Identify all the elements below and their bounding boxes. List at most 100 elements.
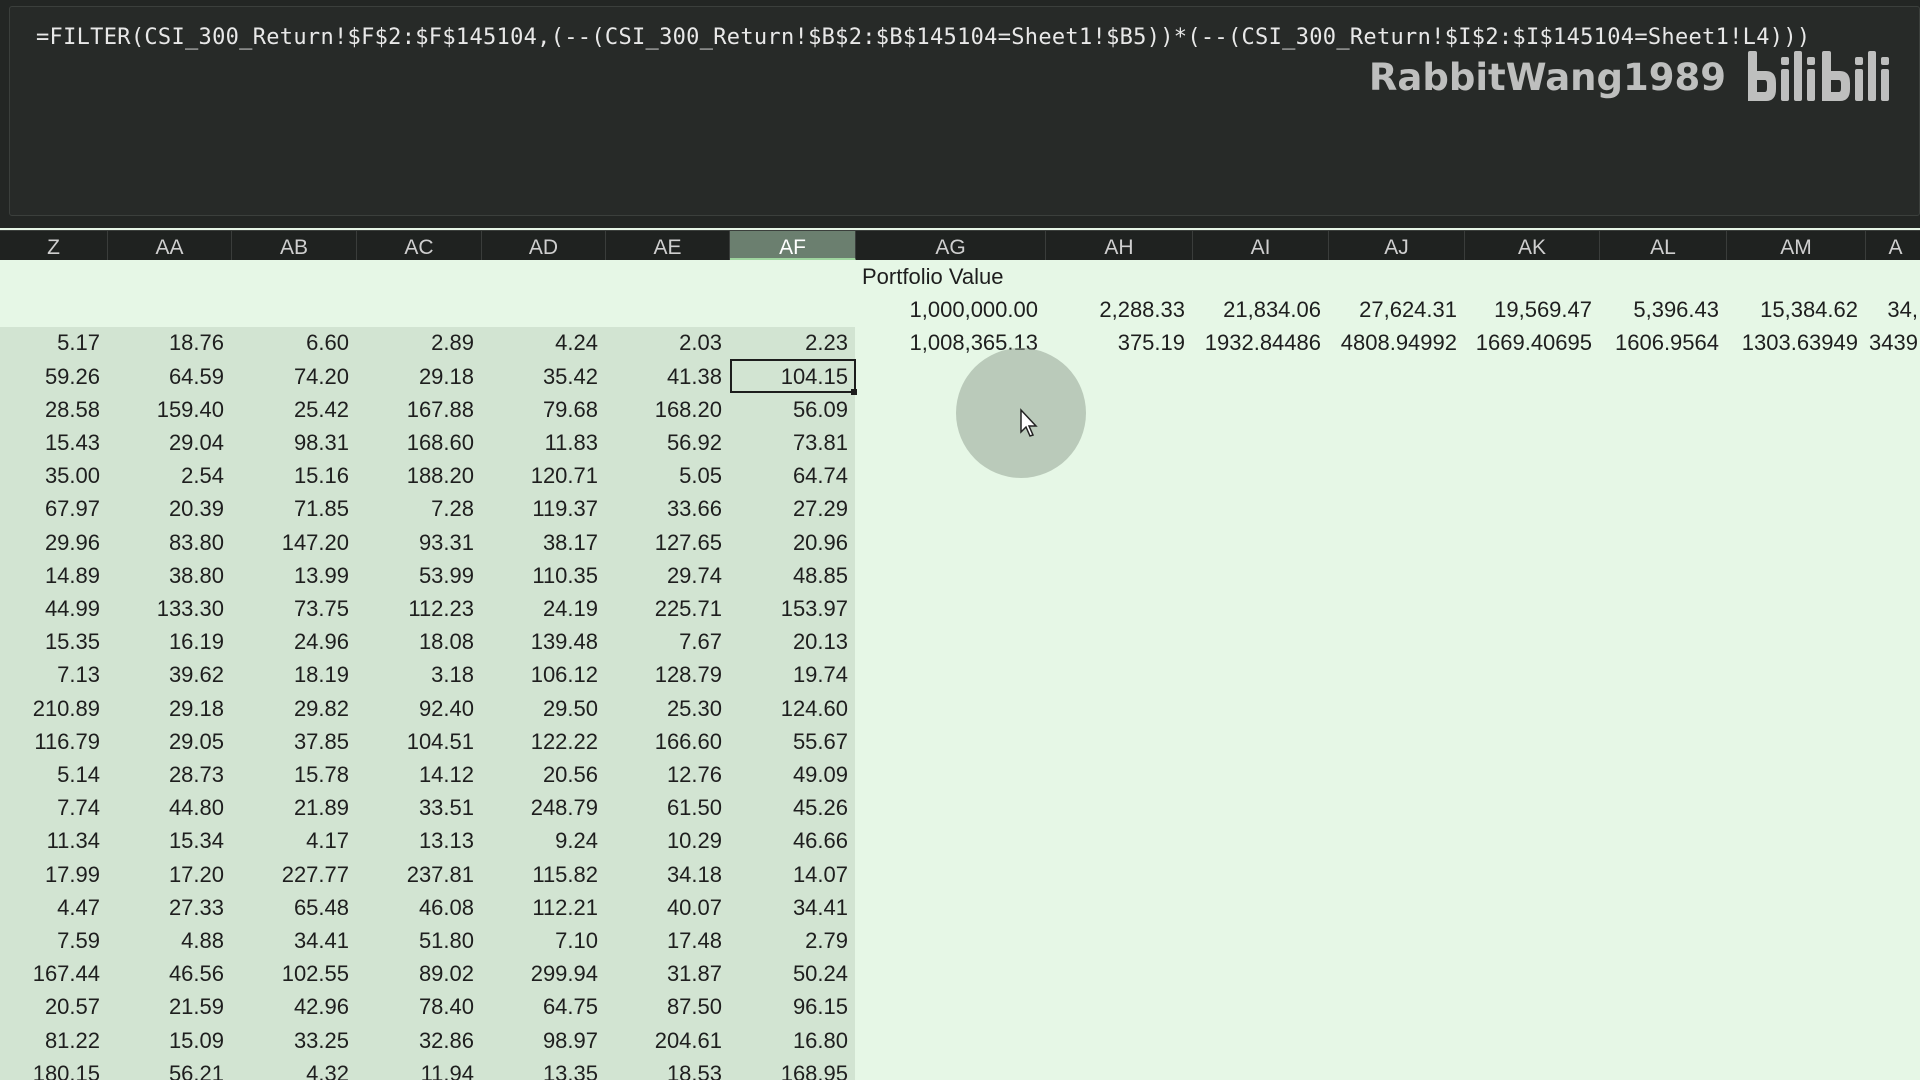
portfolio-cell[interactable]: 3439 [1866, 326, 1920, 359]
data-cell[interactable]: 248.79 [482, 791, 606, 824]
portfolio-cell[interactable]: 2,288.33 [1046, 293, 1193, 326]
data-cell[interactable]: 38.17 [482, 526, 606, 559]
active-cell-border[interactable] [730, 359, 856, 393]
data-cell[interactable]: 167.88 [357, 393, 482, 426]
data-cell[interactable]: 56.92 [606, 426, 730, 459]
data-cell[interactable]: 124.60 [730, 692, 856, 725]
data-cell[interactable]: 28.73 [108, 758, 232, 791]
column-header-am[interactable]: AM [1727, 231, 1866, 261]
data-cell[interactable]: 71.85 [232, 492, 357, 525]
column-header-ad[interactable]: AD [482, 231, 606, 261]
portfolio-cell[interactable]: 5,396.43 [1600, 293, 1727, 326]
data-cell[interactable]: 204.61 [606, 1024, 730, 1057]
data-cell[interactable]: 40.07 [606, 891, 730, 924]
data-cell[interactable]: 17.48 [606, 924, 730, 957]
data-cell[interactable]: 5.17 [0, 326, 108, 359]
data-cell[interactable]: 74.20 [232, 360, 357, 393]
data-cell[interactable]: 32.86 [357, 1024, 482, 1057]
data-cell[interactable]: 119.37 [482, 492, 606, 525]
data-cell[interactable]: 20.13 [730, 625, 856, 658]
data-cell[interactable]: 41.38 [606, 360, 730, 393]
data-cell[interactable]: 64.75 [482, 990, 606, 1023]
data-cell[interactable]: 35.42 [482, 360, 606, 393]
data-cell[interactable]: 127.65 [606, 526, 730, 559]
data-cell[interactable]: 44.80 [108, 791, 232, 824]
data-cell[interactable]: 79.68 [482, 393, 606, 426]
column-header-ag[interactable]: AG [856, 231, 1046, 261]
data-cell[interactable]: 3.18 [357, 658, 482, 691]
data-cell[interactable]: 4.32 [232, 1057, 357, 1080]
data-cell[interactable]: 51.80 [357, 924, 482, 957]
data-cell[interactable]: 18.53 [606, 1057, 730, 1080]
data-cell[interactable]: 55.67 [730, 725, 856, 758]
data-cell[interactable]: 7.10 [482, 924, 606, 957]
data-cell[interactable]: 237.81 [357, 858, 482, 891]
data-cell[interactable]: 56.21 [108, 1057, 232, 1080]
portfolio-cell[interactable]: 15,384.62 [1727, 293, 1866, 326]
data-cell[interactable]: 29.96 [0, 526, 108, 559]
data-cell[interactable]: 35.00 [0, 459, 108, 492]
data-cell[interactable]: 73.75 [232, 592, 357, 625]
data-cell[interactable]: 29.18 [357, 360, 482, 393]
data-cell[interactable]: 7.67 [606, 625, 730, 658]
data-cell[interactable]: 106.12 [482, 658, 606, 691]
data-cell[interactable]: 17.20 [108, 858, 232, 891]
data-cell[interactable]: 20.57 [0, 990, 108, 1023]
portfolio-cell[interactable]: 19,569.47 [1465, 293, 1600, 326]
portfolio-cell[interactable]: 1,000,000.00 [856, 293, 1046, 326]
column-header-ak[interactable]: AK [1465, 231, 1600, 261]
formula-bar[interactable]: =FILTER(CSI_300_Return!$F$2:$F$145104,(-… [9, 6, 1920, 216]
data-cell[interactable]: 53.99 [357, 559, 482, 592]
data-cell[interactable]: 299.94 [482, 957, 606, 990]
portfolio-cell[interactable]: 1606.9564 [1600, 326, 1727, 359]
data-cell[interactable]: 112.23 [357, 592, 482, 625]
data-cell[interactable]: 4.24 [482, 326, 606, 359]
data-cell[interactable]: 133.30 [108, 592, 232, 625]
portfolio-cell[interactable]: 375.19 [1046, 326, 1193, 359]
data-cell[interactable]: 25.42 [232, 393, 357, 426]
data-cell[interactable]: 115.82 [482, 858, 606, 891]
data-cell[interactable]: 29.05 [108, 725, 232, 758]
data-cell[interactable]: 147.20 [232, 526, 357, 559]
data-cell[interactable]: 153.97 [730, 592, 856, 625]
data-cell[interactable]: 46.56 [108, 957, 232, 990]
data-cell[interactable]: 31.87 [606, 957, 730, 990]
data-cell[interactable]: 39.62 [108, 658, 232, 691]
data-cell[interactable]: 18.08 [357, 625, 482, 658]
column-header-al[interactable]: AL [1600, 231, 1727, 261]
data-cell[interactable]: 48.85 [730, 559, 856, 592]
data-cell[interactable]: 42.96 [232, 990, 357, 1023]
data-cell[interactable]: 27.33 [108, 891, 232, 924]
data-cell[interactable]: 21.89 [232, 791, 357, 824]
data-cell[interactable]: 128.79 [606, 658, 730, 691]
data-cell[interactable]: 98.97 [482, 1024, 606, 1057]
data-cell[interactable]: 56.09 [730, 393, 856, 426]
data-cell[interactable]: 4.47 [0, 891, 108, 924]
data-cell[interactable]: 73.81 [730, 426, 856, 459]
data-cell[interactable]: 65.48 [232, 891, 357, 924]
data-cell[interactable]: 168.60 [357, 426, 482, 459]
data-cell[interactable]: 14.12 [357, 758, 482, 791]
data-cell[interactable]: 96.15 [730, 990, 856, 1023]
data-cell[interactable]: 34.41 [232, 924, 357, 957]
data-cell[interactable]: 14.89 [0, 559, 108, 592]
data-cell[interactable]: 210.89 [0, 692, 108, 725]
column-header-aj[interactable]: AJ [1329, 231, 1465, 261]
data-cell[interactable]: 18.19 [232, 658, 357, 691]
data-cell[interactable]: 34.18 [606, 858, 730, 891]
data-cell[interactable]: 4.17 [232, 824, 357, 857]
data-cell[interactable]: 24.19 [482, 592, 606, 625]
data-cell[interactable]: 61.50 [606, 791, 730, 824]
column-header-aa[interactable]: AA [108, 231, 232, 261]
data-cell[interactable]: 15.43 [0, 426, 108, 459]
data-cell[interactable]: 11.34 [0, 824, 108, 857]
data-cell[interactable]: 227.77 [232, 858, 357, 891]
data-cell[interactable]: 50.24 [730, 957, 856, 990]
data-cell[interactable]: 81.22 [0, 1024, 108, 1057]
data-cell[interactable]: 5.05 [606, 459, 730, 492]
data-cell[interactable]: 13.13 [357, 824, 482, 857]
data-cell[interactable]: 168.20 [606, 393, 730, 426]
data-cell[interactable]: 16.19 [108, 625, 232, 658]
data-cell[interactable]: 5.14 [0, 758, 108, 791]
data-cell[interactable]: 27.29 [730, 492, 856, 525]
